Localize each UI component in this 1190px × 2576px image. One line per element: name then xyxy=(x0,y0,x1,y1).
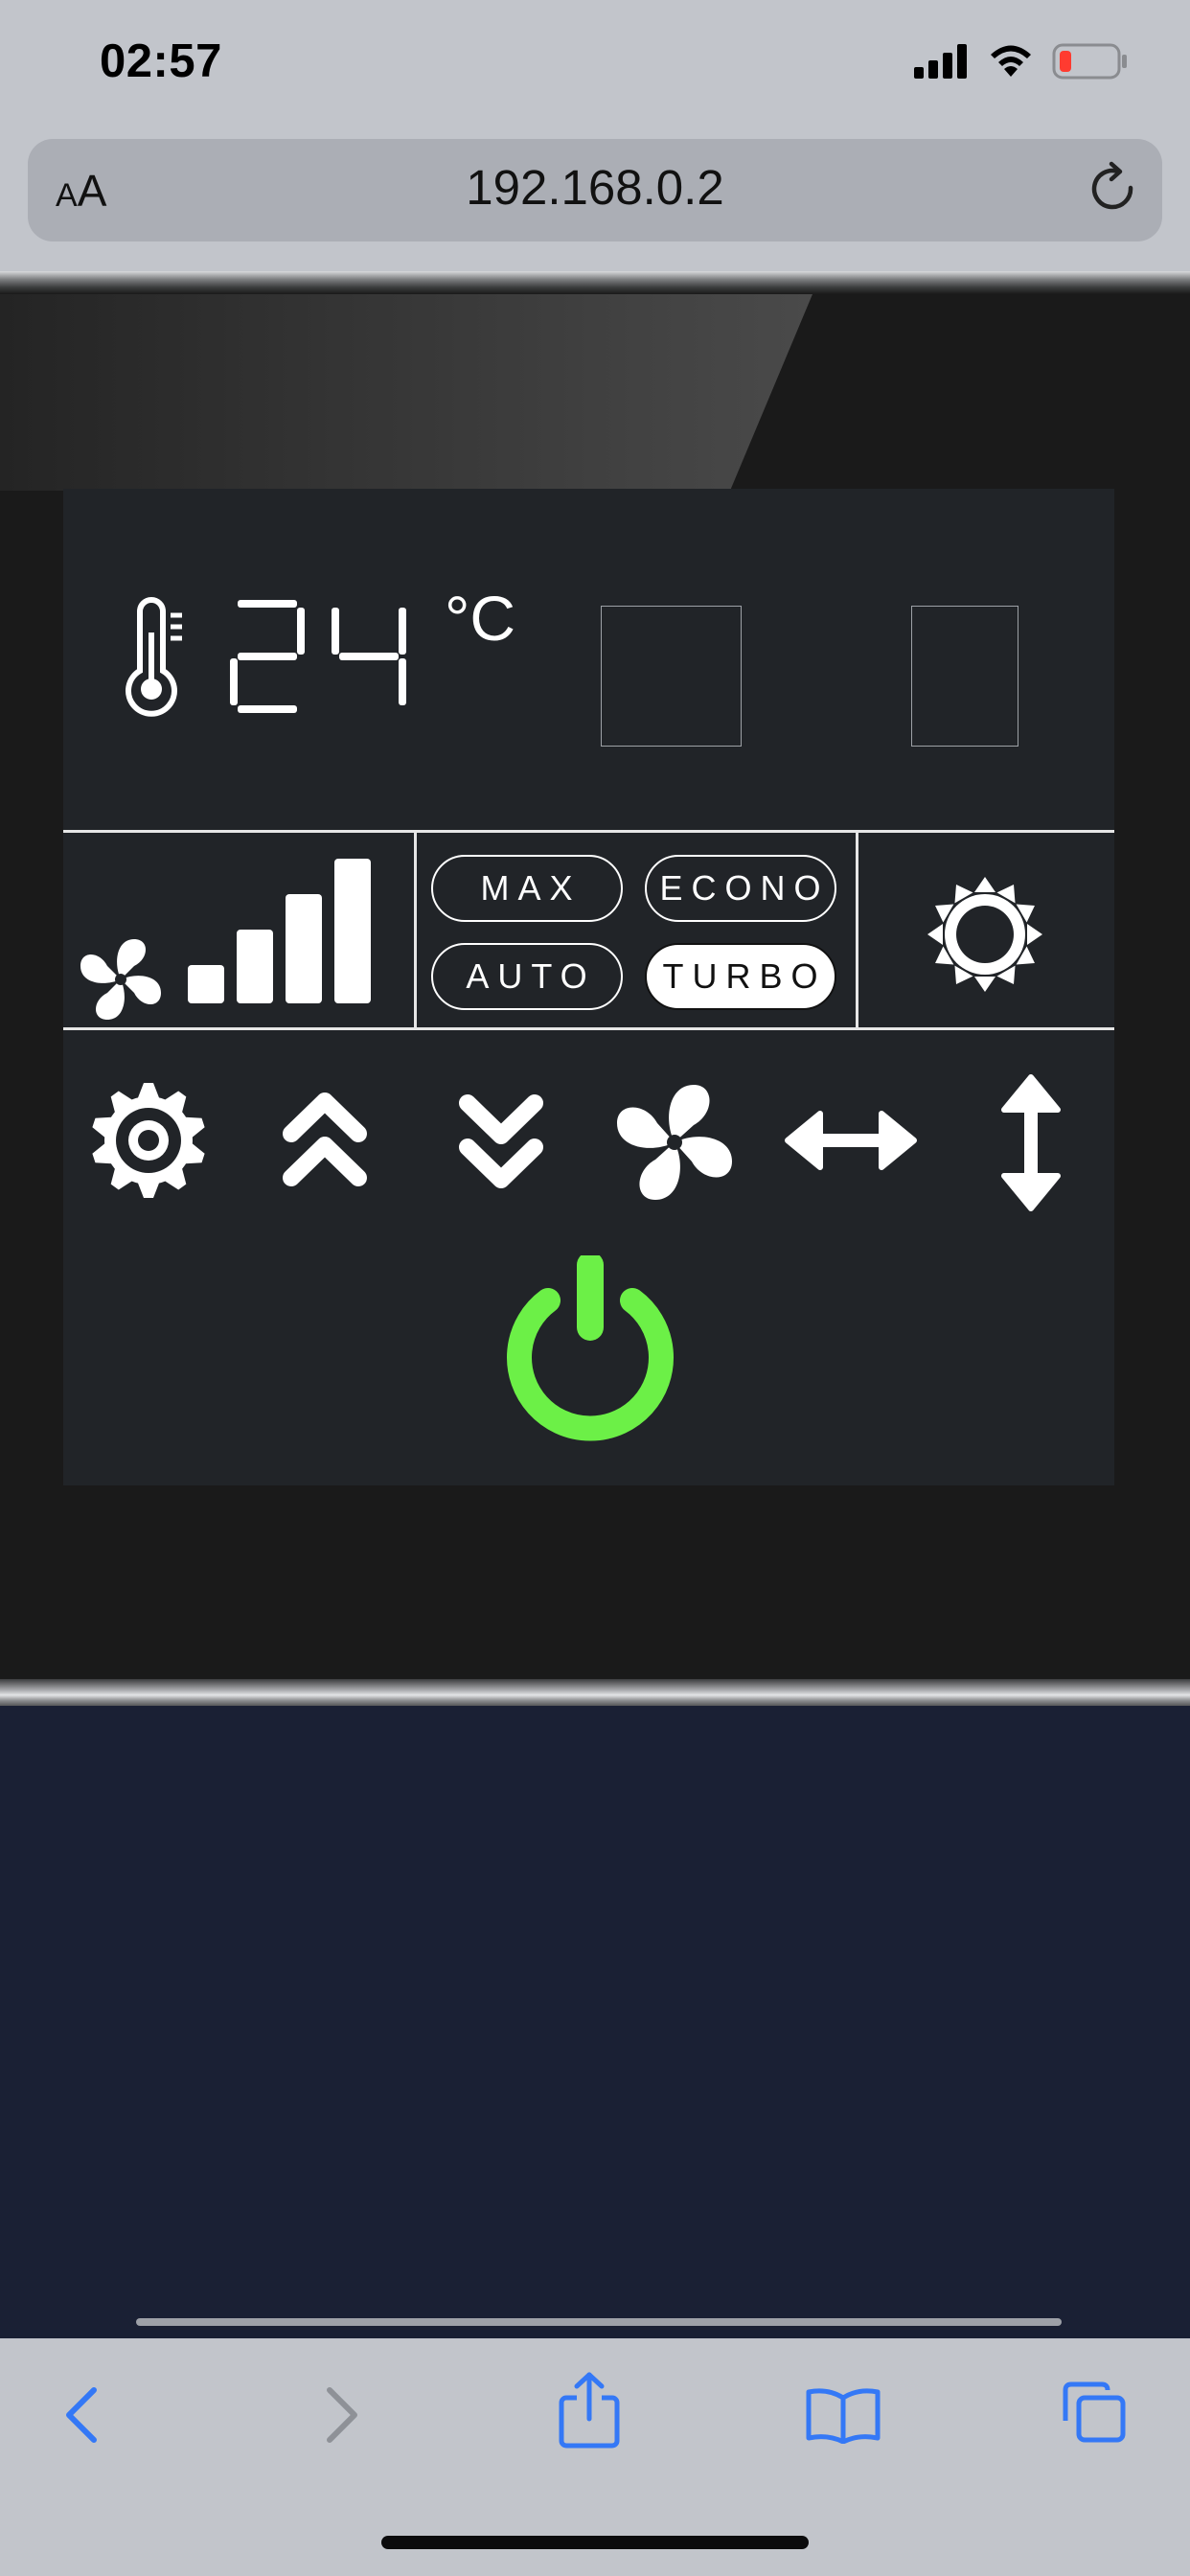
bookmarks-icon[interactable] xyxy=(805,2386,881,2444)
thermostat-panel: °C MAX ECONO AUTO TURBO xyxy=(63,489,1114,1485)
sun-ray xyxy=(1027,924,1042,945)
mode-auto-button[interactable]: AUTO xyxy=(431,943,623,1010)
fan-speed-bar xyxy=(286,894,322,1003)
segment-c xyxy=(399,658,406,705)
segment-b xyxy=(399,608,406,655)
frame-bottom-edge xyxy=(0,1679,1190,1706)
swing-horizontal-icon[interactable] xyxy=(784,1102,918,1179)
power-icon[interactable] xyxy=(490,1255,691,1457)
battery-low-icon xyxy=(1052,43,1127,80)
fan-speed-bar xyxy=(334,859,371,1003)
temp-down-icon[interactable] xyxy=(456,1086,546,1195)
back-icon[interactable] xyxy=(61,2384,103,2446)
tabs-icon[interactable] xyxy=(1060,2379,1129,2446)
panel-divider-bottom xyxy=(63,1027,1114,1030)
mode-turbo-button[interactable]: TURBO xyxy=(645,943,836,1010)
mode-max-button[interactable]: MAX xyxy=(431,855,623,922)
home-indicator xyxy=(381,2536,809,2549)
fan-speed-bar xyxy=(237,930,273,1003)
segment-f xyxy=(332,608,339,655)
forward-icon[interactable] xyxy=(320,2384,362,2446)
url-text[interactable]: 192.168.0.2 xyxy=(0,159,1190,216)
sun-ray xyxy=(974,977,995,992)
page-scroll-indicator xyxy=(136,2318,1062,2326)
sun-ray xyxy=(927,924,943,945)
cellular-signal-icon xyxy=(914,44,967,79)
indicator-box-left xyxy=(601,606,742,747)
fan-icon[interactable] xyxy=(607,1075,742,1209)
share-icon[interactable] xyxy=(558,2371,621,2450)
frame-top-edge xyxy=(0,271,1190,294)
segment-d xyxy=(238,705,297,713)
segment-b xyxy=(297,608,305,655)
frame-glare xyxy=(0,294,812,491)
panel-divider-left xyxy=(414,830,417,1029)
fan-speed-icon xyxy=(80,939,161,1020)
wifi-icon xyxy=(991,45,1031,77)
panel-divider-right xyxy=(856,830,858,1029)
panel-divider-top xyxy=(63,830,1114,833)
temperature-digit-ones xyxy=(332,608,406,705)
segment-g xyxy=(238,653,297,660)
temp-up-icon[interactable] xyxy=(280,1086,370,1195)
segment-a xyxy=(238,600,297,608)
temperature-unit: °C xyxy=(445,583,516,654)
thermometer-icon xyxy=(126,597,182,717)
segment-e xyxy=(230,658,238,705)
settings-gear-icon[interactable] xyxy=(86,1078,211,1203)
segment-g xyxy=(339,653,399,660)
swing-vertical-icon[interactable] xyxy=(993,1073,1069,1212)
temperature-display xyxy=(230,600,406,713)
reload-icon[interactable] xyxy=(1087,161,1142,220)
temperature-digit-tens xyxy=(230,600,305,713)
status-time: 02:57 xyxy=(100,35,222,87)
mode-econo-button[interactable]: ECONO xyxy=(645,855,836,922)
sun-ray xyxy=(974,877,995,892)
fan-speed-bar xyxy=(188,965,224,1003)
indicator-box-right xyxy=(911,606,1018,747)
fan-speed-bars xyxy=(188,859,371,1003)
sun-icon xyxy=(927,877,1042,992)
